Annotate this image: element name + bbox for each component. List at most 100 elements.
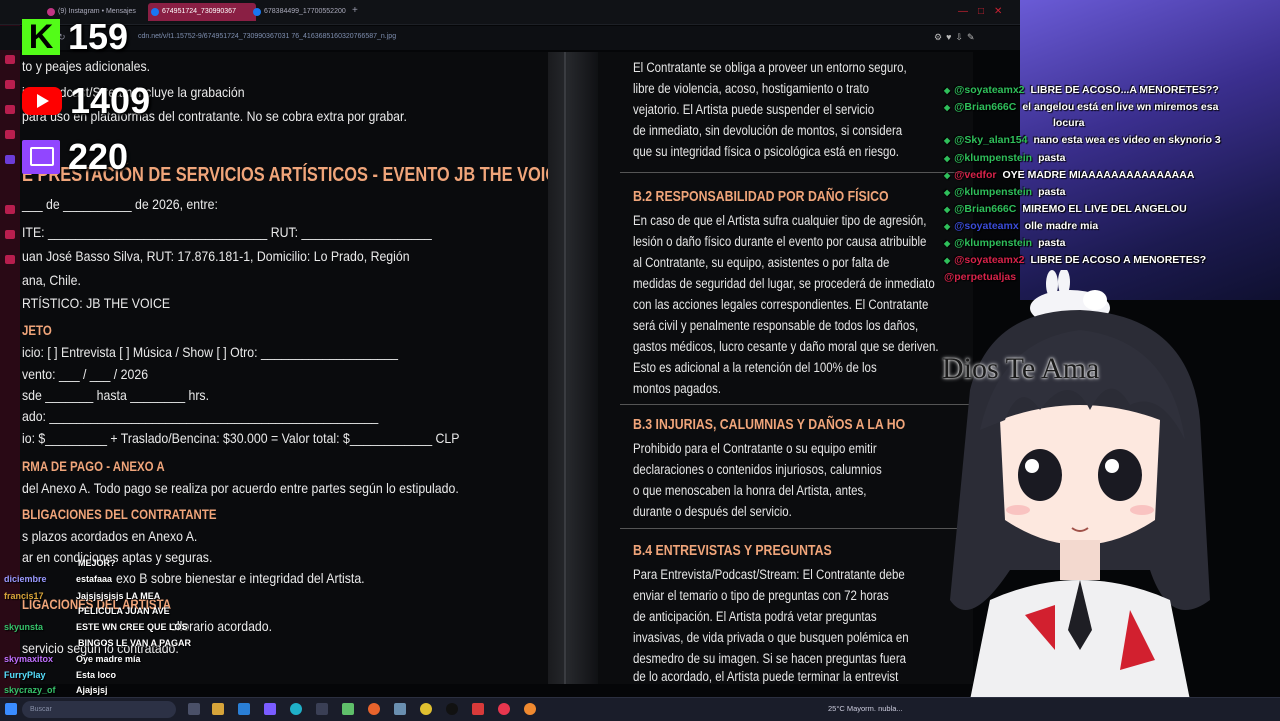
chat-message: MEJOR? xyxy=(78,558,116,568)
kick-viewer-count: 159 xyxy=(68,16,129,57)
doc-line: de lo acordado, el Artista puede termina… xyxy=(633,669,899,684)
sidebar-icon[interactable] xyxy=(5,80,15,89)
edge-icon[interactable] xyxy=(290,703,302,715)
youtube-logo-icon xyxy=(22,87,62,115)
chat-message: skycrazy_of Ajajsjsj xyxy=(4,685,108,695)
chat-message: PELICULA JUAN AVE xyxy=(78,606,170,616)
file-explorer-icon[interactable] xyxy=(212,703,224,715)
section-heading: B.4 ENTREVISTAS Y PREGUNTAS xyxy=(633,542,832,559)
twitch-logo-icon xyxy=(22,140,60,174)
taskbar-search[interactable]: Buscar xyxy=(22,701,176,718)
doc-line: vento: ___ / ___ / 2026 xyxy=(22,366,149,382)
app-icon[interactable] xyxy=(524,703,536,715)
app-icon[interactable] xyxy=(342,703,354,715)
doc-line: Para Entrevista/Podcast/Stream: El Contr… xyxy=(633,567,905,582)
url-field[interactable]: cdn.net/v/t1.15752-9/674951724_730990367… xyxy=(138,33,396,40)
doc-line: o que menoscaben la honra del Artista, a… xyxy=(633,483,867,498)
chat-message: skymaxitox Oye madre mía xyxy=(4,654,141,664)
section-heading: B.2 RESPONSABILIDAD POR DAÑO FÍSICO xyxy=(633,188,889,205)
tab-image-2[interactable]: 678384499_17700552200 xyxy=(250,3,360,21)
youtube-viewer-count: 1409 xyxy=(70,80,151,121)
window-controls[interactable]: —□✕ xyxy=(958,6,1012,17)
sidebar-icon[interactable] xyxy=(5,105,15,114)
kick-logo-icon: K xyxy=(22,19,60,55)
sidebar-icon[interactable] xyxy=(5,255,15,264)
vtuber-avatar xyxy=(950,270,1210,700)
task-view-icon[interactable] xyxy=(188,703,200,715)
platform-icon: ◆ xyxy=(944,205,951,214)
sidebar-icon[interactable] xyxy=(5,230,15,239)
app-icon[interactable] xyxy=(238,703,250,715)
doc-line: con las acciones legales correspondiente… xyxy=(633,297,929,312)
doc-line: de inmediato, sin devolución de montos, … xyxy=(633,123,903,138)
instagram-icon xyxy=(47,8,55,16)
doc-line: enviar el temario o tipo de preguntas co… xyxy=(633,588,889,603)
chat-message: ◆ @Brian666C MIREMO EL LIVE DEL ANGELOU xyxy=(944,203,1187,215)
doc-line: El Contratante se obliga a proveer un en… xyxy=(633,60,907,75)
sidebar-icon[interactable] xyxy=(5,55,15,64)
toolbar-icons[interactable]: ⚙♥⇩✎ xyxy=(934,32,979,43)
doc-line: de anticipación. El Artista podrá vetar … xyxy=(633,609,877,624)
weather-widget[interactable]: 25°C Mayorm. nubla... xyxy=(828,704,903,713)
chat-message: francis17 Jajsjsjsjsjs LA MEA xyxy=(4,591,161,601)
new-tab-button[interactable]: + xyxy=(352,5,358,16)
chat-overlay-left: MEJOR? diciembre estafaaa francis17 Jajsjs… xyxy=(4,558,244,700)
doc-line: gastos médicos, lucro cesante y daño mor… xyxy=(633,339,939,354)
doc-line: ITE: ________________________________ RU… xyxy=(22,224,432,240)
app-icon[interactable] xyxy=(472,703,484,715)
twitch-viewer-count: 220 xyxy=(68,136,129,177)
doc-line: sde _______ hasta ________ hrs. xyxy=(22,387,210,403)
doc-line: RTÍSTICO: JB THE VOICE xyxy=(22,295,171,311)
doc-heading: JETO xyxy=(22,322,52,338)
app-icon[interactable] xyxy=(316,703,328,715)
chat-message: diciembre estafaaa xyxy=(4,574,113,584)
chat-message: FurryPlay Esta loco xyxy=(4,670,117,680)
platform-icon: ◆ xyxy=(944,103,951,112)
facebook-icon xyxy=(151,8,159,16)
doc-line: to y peajes adicionales. xyxy=(22,58,151,74)
doc-line: del Anexo A. Todo pago se realiza por ac… xyxy=(22,480,459,496)
address-bar: ↻ cdn.net/v/t1.15752-9/674951724_7309903… xyxy=(0,26,1020,50)
page-spine xyxy=(548,52,598,684)
tab-image-1[interactable]: 674951724_730990367 xyxy=(148,3,256,21)
firefox-icon[interactable] xyxy=(368,703,380,715)
section-heading: B.3 INJURIAS, CALUMNIAS Y DAÑOS A LA HO xyxy=(633,416,906,433)
platform-icon: ◆ xyxy=(944,256,951,265)
twitch-viewer-counter: 220 xyxy=(22,136,128,178)
chat-message: ◆ @Sky_alan154 nano esta wea es video en s… xyxy=(944,134,1221,146)
doc-line: Esto es adicional a la retención del 100… xyxy=(633,360,877,375)
doc-line: medidas de seguridad del lugar, se proce… xyxy=(633,276,935,291)
chat-message: ◆ @soyateamx2 LIBRE DE ACOSO A MENORETES? xyxy=(944,254,1207,266)
obs-icon[interactable] xyxy=(446,703,458,715)
doc-line: ___ de __________ de 2026, entre: xyxy=(22,196,218,212)
twitch-sidebar-icon[interactable] xyxy=(5,155,15,164)
platform-icon: ◆ xyxy=(944,86,951,95)
opera-icon[interactable] xyxy=(498,703,510,715)
doc-heading: RMA DE PAGO - ANEXO A xyxy=(22,458,165,474)
app-icon[interactable] xyxy=(264,703,276,715)
platform-icon: ◆ xyxy=(944,171,951,180)
platform-icon: ◆ xyxy=(944,136,951,145)
chat-message: ◆ @klumpenstein pasta xyxy=(944,152,1066,164)
doc-line: vejatorio. El Artista puede suspender el… xyxy=(633,102,875,117)
doc-line: declaraciones o contenidos injuriosos, c… xyxy=(633,462,882,477)
chrome-icon[interactable] xyxy=(420,703,432,715)
sidebar-icon[interactable] xyxy=(5,130,15,139)
chat-message: ◆ @klumpenstein pasta xyxy=(944,186,1066,198)
overlay-caption: Dios Te Ama xyxy=(942,352,1100,385)
doc-line: libre de violencia, acoso, hostigamiento… xyxy=(633,81,870,96)
doc-line: invasivas, de vida privada o que busquen… xyxy=(633,630,909,645)
facebook-icon xyxy=(253,8,261,16)
app-icon[interactable] xyxy=(394,703,406,715)
platform-icon: ◆ xyxy=(944,222,951,231)
taskbar: Buscar 25°C Mayorm. nubla... xyxy=(0,697,1280,721)
doc-line: uan José Basso Silva, RUT: 17.876.181-1,… xyxy=(22,248,410,264)
doc-line: montos pagados. xyxy=(633,381,722,396)
doc-line: ana, Chile. xyxy=(22,272,81,288)
start-icon[interactable] xyxy=(5,703,17,715)
sidebar-icon[interactable] xyxy=(5,205,15,214)
doc-line: durante o después del servicio. xyxy=(633,504,792,519)
chat-message: ◆ @klumpenstein pasta xyxy=(944,237,1066,249)
doc-line: al Contratante, su equipo, asistentes o … xyxy=(633,255,890,270)
document-page-right: El Contratante se obliga a proveer un en… xyxy=(598,52,973,684)
